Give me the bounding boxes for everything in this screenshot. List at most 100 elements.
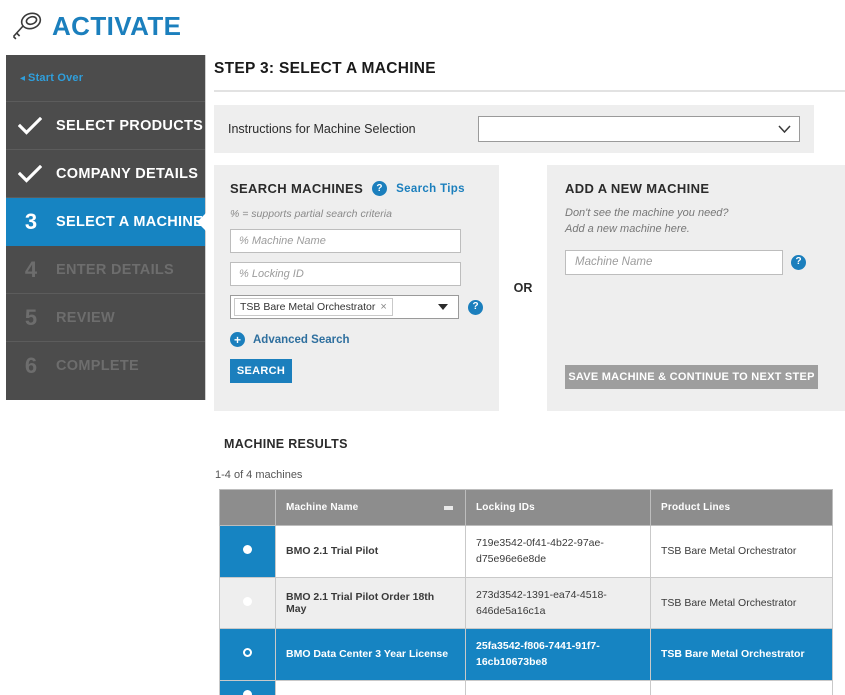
- radio-unselected-icon[interactable]: [243, 689, 252, 695]
- row-radio-cell[interactable]: [219, 628, 276, 681]
- table-row[interactable]: BMO Data Center 3 Year License 25fa3542-…: [219, 628, 833, 681]
- cell-machine-name[interactable]: BMO 2.1 Trial Pilot: [275, 525, 466, 578]
- check-icon: [18, 164, 44, 183]
- cell-product-line: TSB Bare Metal Orchestrator: [650, 576, 833, 630]
- search-machines-panel: SEARCH MACHINES ? Search Tips % = suppor…: [214, 165, 499, 411]
- locking-id-input[interactable]: % Locking ID: [230, 262, 461, 286]
- sidebar-step-company-details[interactable]: COMPANY DETAILS: [6, 150, 205, 198]
- key-icon: [12, 12, 42, 40]
- search-machines-title: SEARCH MACHINES: [230, 181, 364, 196]
- locking-id-placeholder: % Locking ID: [239, 268, 304, 280]
- chevron-left-icon: ◂: [20, 72, 26, 84]
- app-title: ACTIVATE: [52, 11, 182, 41]
- instructions-select[interactable]: [478, 116, 800, 142]
- sidebar-step-select-a-machine[interactable]: 3 SELECT A MACHINE: [6, 198, 205, 246]
- save-machine-continue-button[interactable]: SAVE MACHINE & CONTINUE TO NEXT STEP: [565, 365, 818, 389]
- search-button[interactable]: SEARCH: [230, 359, 292, 383]
- table-row[interactable]: BMO 2.1 Trial Pilot 719e3542-0f41-4b22-9…: [219, 525, 833, 578]
- product-line-multiselect[interactable]: TSB Bare Metal Orchestrator ×: [230, 295, 459, 319]
- app-header: ACTIVATE: [0, 0, 845, 52]
- page-title: STEP 3: SELECT A MACHINE: [214, 60, 436, 77]
- sort-ascending-icon: [444, 505, 453, 510]
- sidebar-step-complete[interactable]: 6 COMPLETE: [6, 342, 205, 390]
- new-machine-name-input[interactable]: Machine Name: [565, 249, 783, 275]
- step-number: 4: [24, 256, 38, 282]
- or-separator: OR: [513, 281, 533, 295]
- activate-page: ACTIVATE ◂ Start Over SELECT PRODUCTS CO…: [0, 0, 845, 695]
- step-number: 5: [24, 304, 38, 330]
- radio-unselected-icon[interactable]: [243, 545, 252, 555]
- product-line-tag-label: TSB Bare Metal Orchestrator: [240, 301, 376, 313]
- cell-locking-id: 273d3542-1391-ea74-4518-646de5a16c1a: [465, 576, 651, 630]
- chevron-down-icon: [778, 125, 791, 133]
- chevron-down-icon: [438, 304, 448, 310]
- radio-unselected-icon[interactable]: [243, 596, 252, 606]
- column-header-machine-name-label: Machine Name: [286, 502, 359, 513]
- cell-machine-name[interactable]: [275, 679, 466, 695]
- wizard-sidebar: ◂ Start Over SELECT PRODUCTS COMPANY DET…: [6, 55, 206, 400]
- row-radio-cell[interactable]: [219, 679, 276, 695]
- start-over-button[interactable]: ◂ Start Over: [6, 55, 205, 102]
- radio-selected-icon[interactable]: [243, 648, 252, 658]
- column-header-locking-ids[interactable]: Locking IDs: [465, 489, 651, 526]
- sidebar-step-label: SELECT A MACHINE: [56, 213, 204, 230]
- sidebar-step-label: SELECT PRODUCTS: [56, 117, 204, 134]
- advanced-search-toggle[interactable]: + Advanced Search: [230, 332, 483, 347]
- question-mark-icon[interactable]: ?: [468, 299, 483, 315]
- instructions-label: Instructions for Machine Selection: [228, 122, 416, 136]
- add-machine-subtext-line1: Don't see the machine you need?: [565, 207, 729, 219]
- search-tips-link[interactable]: Search Tips: [396, 183, 465, 195]
- machine-name-input[interactable]: % Machine Name: [230, 229, 461, 253]
- cell-locking-id: 719e3542-0f41-4b22-97ae-d75e96e6e8de: [465, 525, 651, 578]
- start-over-label: Start Over: [28, 72, 84, 84]
- advanced-search-label: Advanced Search: [253, 333, 350, 346]
- step-number: 3: [24, 208, 38, 234]
- sidebar-step-label: ENTER DETAILS: [56, 261, 175, 278]
- question-mark-icon[interactable]: ?: [372, 181, 388, 196]
- row-radio-cell[interactable]: [219, 576, 276, 630]
- cell-machine-name[interactable]: BMO 2.1 Trial Pilot Order 18th May: [275, 576, 466, 630]
- cell-product-line: [650, 679, 833, 695]
- partial-search-hint: % = supports partial search criteria: [230, 208, 392, 220]
- plus-circle-icon: +: [230, 332, 245, 347]
- cell-machine-name[interactable]: BMO Data Center 3 Year License: [275, 628, 466, 681]
- machine-results-table: Machine Name Locking IDs Product Lines B…: [219, 489, 833, 695]
- row-radio-cell[interactable]: [219, 525, 276, 578]
- remove-tag-icon[interactable]: ×: [380, 301, 386, 313]
- check-icon: [18, 116, 44, 135]
- add-machine-subtext-line2: Add a new machine here.: [565, 222, 690, 235]
- search-machines-heading: SEARCH MACHINES ? Search Tips: [230, 181, 483, 196]
- table-row[interactable]: [219, 679, 833, 695]
- cell-product-line: TSB Bare Metal Orchestrator: [650, 525, 833, 578]
- machine-panels: SEARCH MACHINES ? Search Tips % = suppor…: [214, 165, 845, 411]
- column-header-machine-name[interactable]: Machine Name: [275, 489, 466, 526]
- product-line-tag: TSB Bare Metal Orchestrator ×: [234, 298, 393, 316]
- add-machine-subtext: Don't see the machine you need? Add a ne…: [565, 206, 829, 238]
- instructions-bar: Instructions for Machine Selection: [214, 105, 814, 153]
- add-machine-heading: ADD A NEW MACHINE: [565, 181, 710, 196]
- sidebar-step-label: COMPANY DETAILS: [56, 165, 199, 182]
- main-content: STEP 3: SELECT A MACHINE Instructions fo…: [214, 52, 845, 695]
- cell-locking-id: 25fa3542-f806-7441-91f7-16cb10673be8: [465, 628, 651, 681]
- table-row[interactable]: BMO 2.1 Trial Pilot Order 18th May 273d3…: [219, 576, 833, 630]
- table-header-row: Machine Name Locking IDs Product Lines: [219, 489, 833, 526]
- machine-results-title: MACHINE RESULTS: [224, 437, 348, 451]
- sidebar-step-review[interactable]: 5 REVIEW: [6, 294, 205, 342]
- add-machine-panel: ADD A NEW MACHINE Don't see the machine …: [547, 165, 845, 411]
- machine-name-placeholder: % Machine Name: [239, 235, 326, 247]
- cell-product-line: TSB Bare Metal Orchestrator: [650, 628, 833, 681]
- new-machine-name-placeholder: Machine Name: [575, 256, 653, 269]
- results-count: 1-4 of 4 machines: [215, 469, 303, 481]
- column-header-product-lines[interactable]: Product Lines: [650, 489, 833, 526]
- title-divider: [214, 90, 845, 92]
- product-line-row: TSB Bare Metal Orchestrator × ?: [230, 295, 483, 319]
- column-header-select: [219, 489, 276, 526]
- step-number: 6: [24, 353, 38, 378]
- cell-locking-id: [465, 679, 651, 695]
- sidebar-step-label: COMPLETE: [56, 358, 139, 374]
- question-mark-icon[interactable]: ?: [791, 254, 806, 270]
- sidebar-step-label: REVIEW: [56, 309, 115, 326]
- sidebar-step-enter-details[interactable]: 4 ENTER DETAILS: [6, 246, 205, 294]
- sidebar-step-select-products[interactable]: SELECT PRODUCTS: [6, 102, 205, 150]
- new-machine-row: Machine Name ?: [565, 249, 829, 275]
